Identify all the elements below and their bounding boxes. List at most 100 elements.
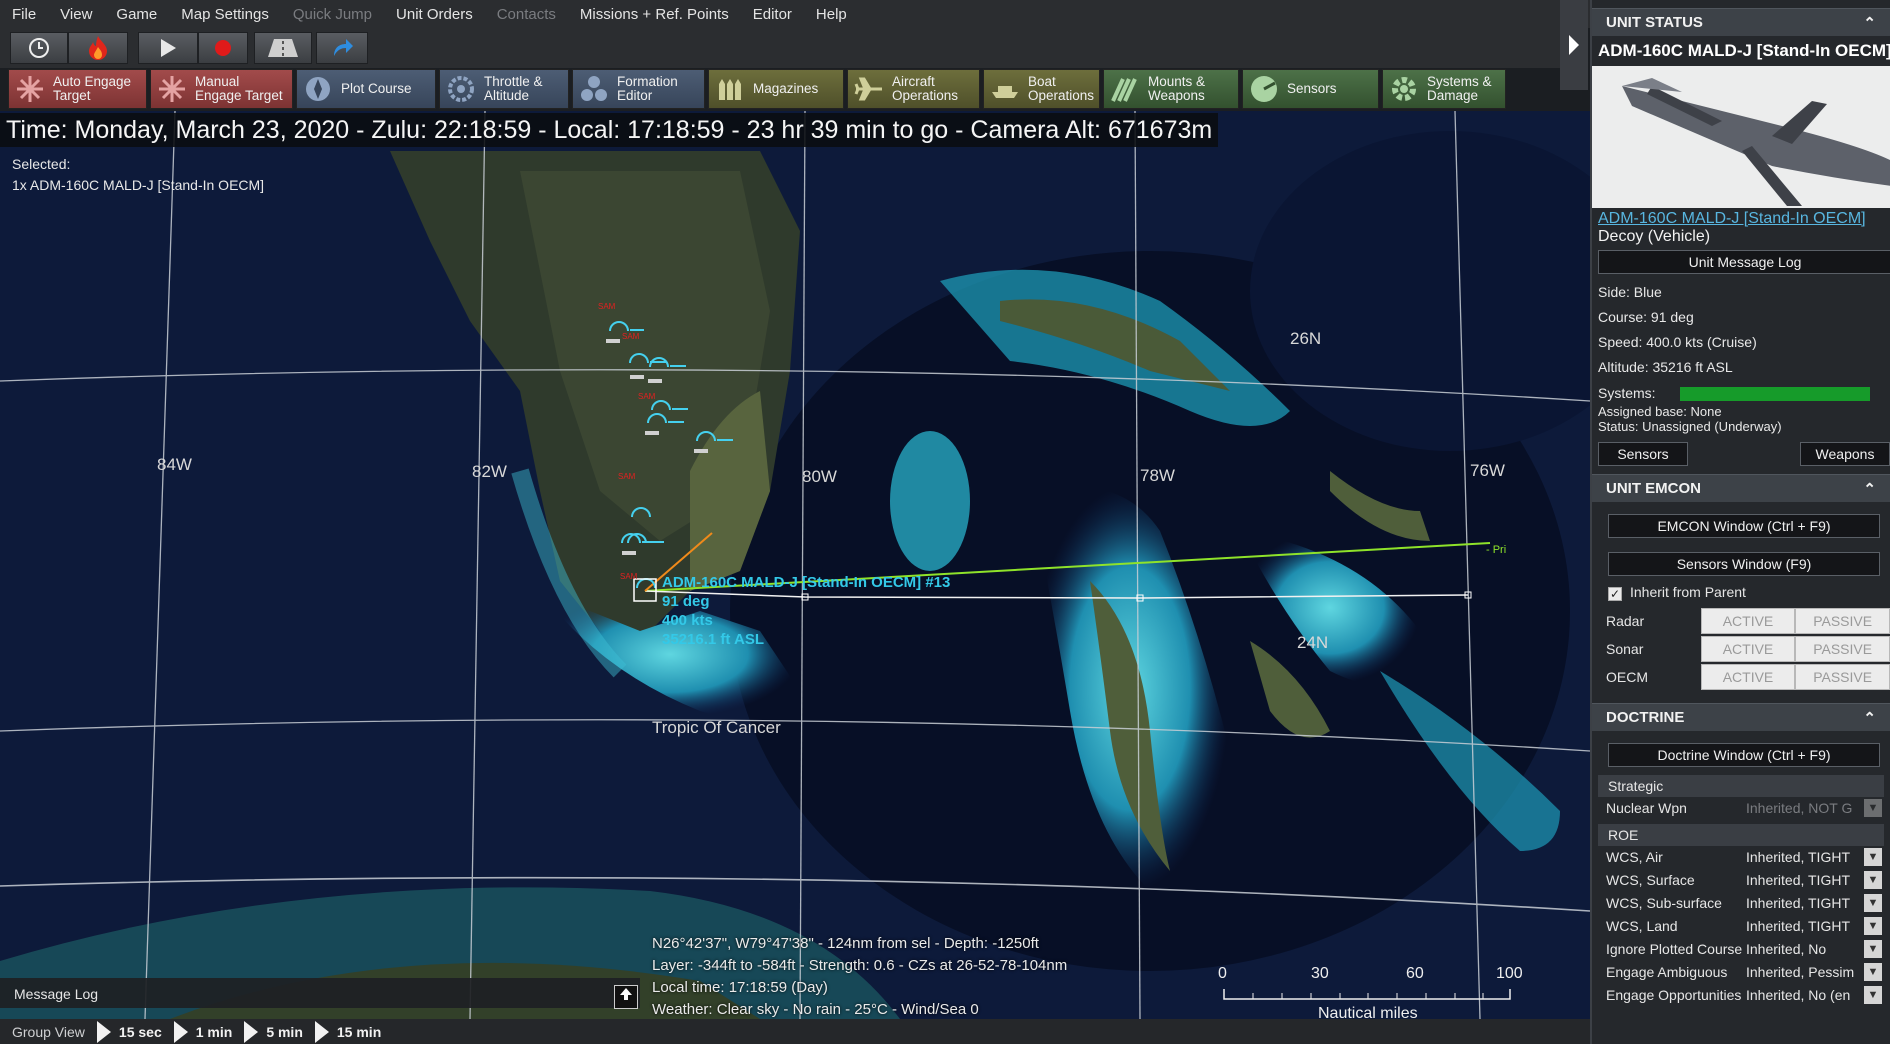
- speed-1min[interactable]: 1 min: [196, 1024, 233, 1040]
- play-button[interactable]: [138, 32, 198, 64]
- chevron-up-icon[interactable]: ⌃: [1863, 480, 1876, 498]
- unit-label-altitude: 35216.1 ft ASL: [662, 631, 764, 648]
- doctrine-value: Inherited, No: [1746, 941, 1827, 958]
- menu-editor[interactable]: Editor: [741, 6, 804, 23]
- throttle-icon: [448, 76, 474, 102]
- gear-icon: [1392, 77, 1416, 101]
- chevron-down-icon[interactable]: ▼: [1864, 986, 1882, 1005]
- collapse-panel-button[interactable]: [1560, 0, 1588, 90]
- unit-label-speed: 400 kts: [662, 612, 713, 629]
- fire-button[interactable]: [68, 32, 128, 64]
- menu-help[interactable]: Help: [804, 6, 859, 23]
- menu-view[interactable]: View: [48, 6, 104, 23]
- tb-label: Throttle &: [484, 74, 543, 89]
- selected-info: Selected: 1x ADM-160C MALD-J [Stand-In O…: [12, 154, 264, 196]
- sensors-window-button[interactable]: Sensors Window (F9): [1608, 552, 1880, 577]
- speed-5min[interactable]: 5 min: [266, 1024, 303, 1040]
- unit-status-header[interactable]: UNIT STATUS ⌃: [1592, 8, 1890, 36]
- chevron-down-icon[interactable]: ▼: [1864, 871, 1882, 890]
- magazines-button[interactable]: Magazines: [708, 69, 844, 109]
- doctrine-row: Engage Ambiguous Inherited, Pessim ▼: [1592, 961, 1890, 984]
- doctrine-row: WCS, Sub-surface Inherited, TIGHT ▼: [1592, 892, 1890, 915]
- manual-engage-target-button[interactable]: Manual Engage Target: [150, 69, 293, 109]
- tb-label: Engage Target: [195, 88, 283, 103]
- roe-group: ROE: [1598, 823, 1884, 846]
- unit-title: ADM-160C MALD-J [Stand-In OECM] #: [1598, 41, 1890, 60]
- chevron-down-icon[interactable]: ▼: [1864, 917, 1882, 936]
- clock-button[interactable]: [10, 32, 68, 64]
- chevron-up-icon[interactable]: ⌃: [1863, 709, 1876, 727]
- road-icon: [268, 39, 298, 57]
- sensors-button[interactable]: Sensors: [1242, 69, 1379, 109]
- time-readout: Time: Monday, March 23, 2020 - Zulu: 22:…: [0, 113, 1219, 147]
- sensor-icon: [1251, 76, 1277, 102]
- grid-label-24n: 24N: [1297, 633, 1329, 652]
- doctrine-row: WCS, Surface Inherited, TIGHT ▼: [1592, 869, 1890, 892]
- menu-unit-orders[interactable]: Unit Orders: [384, 6, 485, 23]
- unit-weapons-button[interactable]: Weapons: [1800, 442, 1890, 467]
- play-icon[interactable]: [96, 1020, 111, 1043]
- chevron-down-icon[interactable]: ▼: [1864, 848, 1882, 867]
- throttle-altitude-button[interactable]: Throttle & Altitude: [439, 69, 569, 109]
- auto-engage-target-button[interactable]: Auto Engage Target: [8, 69, 147, 109]
- menu-map-settings[interactable]: Map Settings: [169, 6, 281, 23]
- message-log-bar[interactable]: Message Log: [0, 978, 640, 1008]
- aircraft-operations-button[interactable]: Aircraft Operations: [847, 69, 980, 109]
- unit-map-label[interactable]: ADM-160C MALD-J [Stand-In OECM] #13 91 d…: [662, 573, 950, 649]
- emcon-label: Sonar: [1606, 640, 1644, 657]
- unit-status: Status: Unassigned (Underway): [1598, 419, 1782, 435]
- play-icon[interactable]: [314, 1020, 329, 1043]
- emcon-active-toggle[interactable]: ACTIVE: [1700, 607, 1796, 634]
- emcon-window-button[interactable]: EMCON Window (Ctrl + F9): [1608, 514, 1880, 539]
- record-button[interactable]: [198, 32, 248, 64]
- cursor-weather: Weather: Clear sky - No rain - 25°C - Wi…: [652, 1001, 979, 1018]
- unit-emcon-header[interactable]: UNIT EMCON ⌃: [1592, 474, 1890, 503]
- tactical-map[interactable]: SAM SAM SAM SAM SAM Time: Monday, March 23, …: [0, 111, 1590, 1019]
- inherit-checkbox[interactable]: ✓: [1608, 586, 1622, 601]
- chevron-right-icon: [1569, 35, 1579, 55]
- strategic-group: Strategic: [1598, 774, 1884, 797]
- speed-15sec[interactable]: 15 sec: [119, 1024, 162, 1040]
- doctrine-key: WCS, Sub-surface: [1606, 895, 1722, 912]
- cursor-coords: N26°42'37", W79°47'38" - 124nm from sel …: [652, 935, 1039, 952]
- play-icon[interactable]: [244, 1020, 259, 1043]
- emcon-active-toggle[interactable]: ACTIVE: [1700, 663, 1796, 690]
- plot-course-button[interactable]: Plot Course: [296, 69, 436, 109]
- menu-contacts: Contacts: [496, 5, 556, 23]
- tb-label: Auto Engage: [53, 74, 132, 89]
- systems-damage-button[interactable]: Systems & Damage: [1382, 69, 1506, 109]
- play-icon[interactable]: [173, 1020, 188, 1043]
- unit-class-link[interactable]: ADM-160C MALD-J [Stand-In OECM]: [1592, 208, 1890, 228]
- menu-game[interactable]: Game: [104, 6, 169, 23]
- message-log-toggle[interactable]: [614, 985, 638, 1009]
- emcon-row-oecm: OECM ACTIVE PASSIVE: [1592, 663, 1890, 691]
- emcon-passive-toggle[interactable]: PASSIVE: [1795, 663, 1890, 690]
- group-view-label[interactable]: Group View: [0, 1024, 85, 1040]
- speed-15min[interactable]: 15 min: [337, 1024, 381, 1040]
- mounts-icon: [1111, 78, 1137, 102]
- emcon-active-toggle[interactable]: ACTIVE: [1700, 635, 1796, 662]
- chevron-down-icon[interactable]: ▼: [1864, 963, 1882, 982]
- emcon-passive-toggle[interactable]: PASSIVE: [1795, 607, 1890, 634]
- doctrine-header[interactable]: DOCTRINE ⌃: [1592, 702, 1890, 731]
- unit-image: [1592, 66, 1890, 208]
- redo-button[interactable]: [316, 32, 368, 64]
- unit-message-log-button[interactable]: Unit Message Log: [1598, 250, 1890, 274]
- chevron-down-icon[interactable]: ▼: [1864, 894, 1882, 913]
- menu-file[interactable]: File: [0, 6, 48, 23]
- doctrine-key: Ignore Plotted Course: [1606, 941, 1743, 958]
- emcon-passive-toggle[interactable]: PASSIVE: [1795, 635, 1890, 662]
- formation-editor-button[interactable]: Formation Editor: [572, 69, 705, 109]
- mounts-weapons-button[interactable]: Mounts & Weapons: [1103, 69, 1239, 109]
- chevron-up-icon[interactable]: ⌃: [1863, 14, 1876, 32]
- svg-text:SAM: SAM: [598, 302, 616, 311]
- boat-operations-button[interactable]: Boat Operations: [983, 69, 1100, 109]
- unit-assigned-base: Assigned base: None: [1598, 404, 1722, 420]
- menu-missions[interactable]: Missions + Ref. Points: [568, 6, 741, 23]
- unit-sensors-button[interactable]: Sensors: [1598, 442, 1688, 467]
- doctrine-window-button[interactable]: Doctrine Window (Ctrl + F9): [1608, 742, 1880, 767]
- road-button[interactable]: [254, 32, 312, 64]
- chevron-down-icon[interactable]: ▼: [1864, 940, 1882, 959]
- compass-icon: [306, 77, 330, 101]
- svg-text:SAM: SAM: [638, 392, 656, 401]
